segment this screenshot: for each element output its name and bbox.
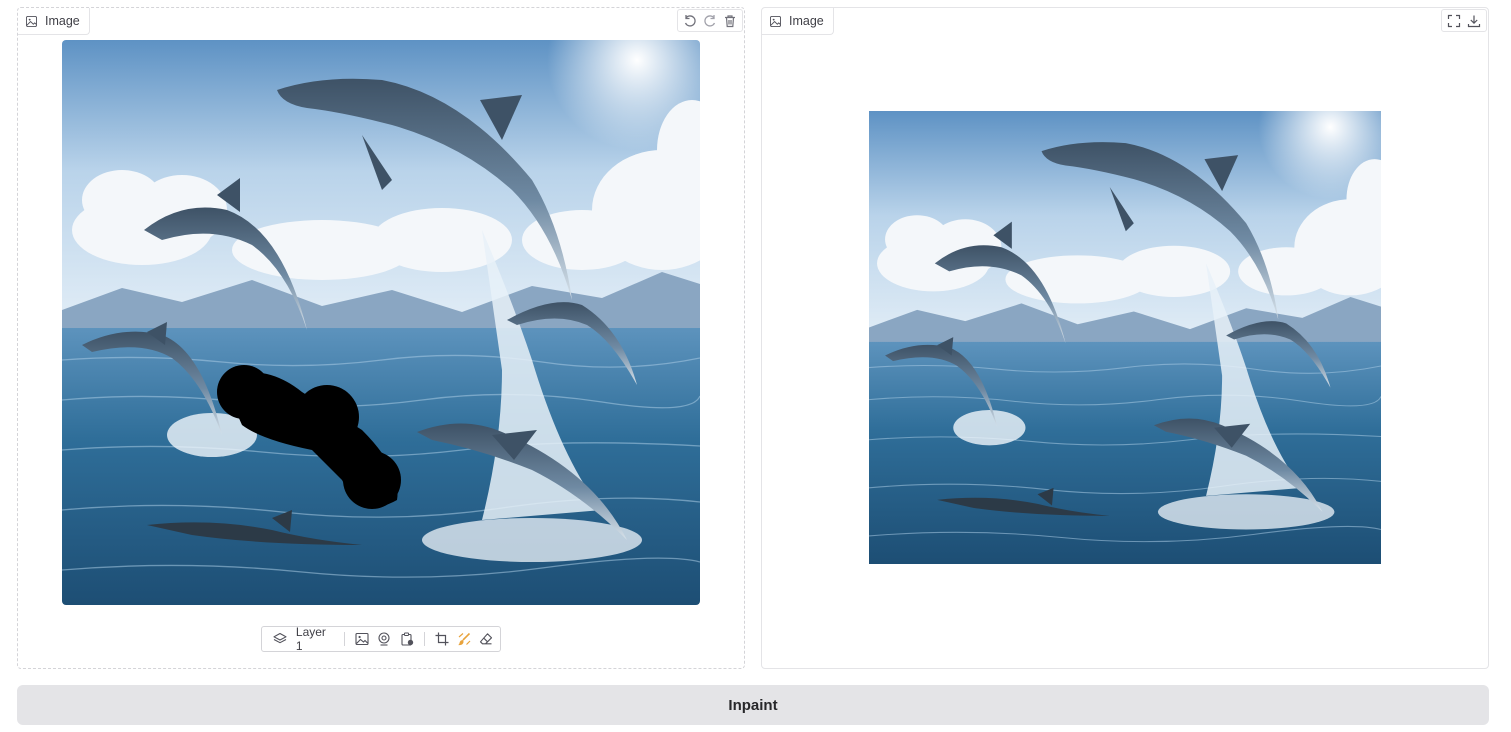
clipboard-icon[interactable] — [398, 631, 414, 648]
eraser-icon[interactable] — [478, 631, 494, 648]
output-label: Image — [762, 8, 834, 35]
image-icon — [770, 15, 781, 27]
download-icon[interactable] — [1465, 12, 1483, 29]
image-upload-icon[interactable] — [354, 631, 370, 648]
dolphin-result-image — [869, 111, 1381, 564]
layer-label: Layer 1 — [295, 625, 326, 653]
output-image-panel: Image — [761, 7, 1489, 669]
output-image — [869, 111, 1381, 564]
image-editor-panel: Image Layer 1 — [17, 7, 745, 669]
editor-label: Image — [18, 8, 90, 35]
image-icon — [26, 15, 37, 27]
crop-icon[interactable] — [434, 631, 450, 648]
toolbar-divider — [344, 632, 346, 646]
toolbar-divider — [423, 632, 425, 646]
output-corner-tools — [1441, 9, 1487, 32]
undo-icon[interactable] — [681, 12, 699, 29]
redo-icon[interactable] — [701, 12, 719, 29]
layers-icon — [272, 631, 288, 648]
editor-label-text: Image — [45, 14, 80, 28]
inpaint-button[interactable]: Inpaint — [17, 685, 1489, 725]
brush-icon[interactable] — [456, 631, 472, 648]
fullscreen-icon[interactable] — [1445, 12, 1463, 29]
layer-selector[interactable]: Layer 1 — [272, 625, 335, 653]
editor-toolbar: Layer 1 — [261, 625, 501, 653]
editor-canvas[interactable] — [62, 40, 700, 605]
output-label-text: Image — [789, 14, 824, 28]
dolphin-scene-image — [62, 40, 700, 605]
webcam-icon[interactable] — [376, 631, 392, 648]
trash-icon[interactable] — [721, 12, 739, 29]
editor-corner-tools — [677, 9, 743, 32]
